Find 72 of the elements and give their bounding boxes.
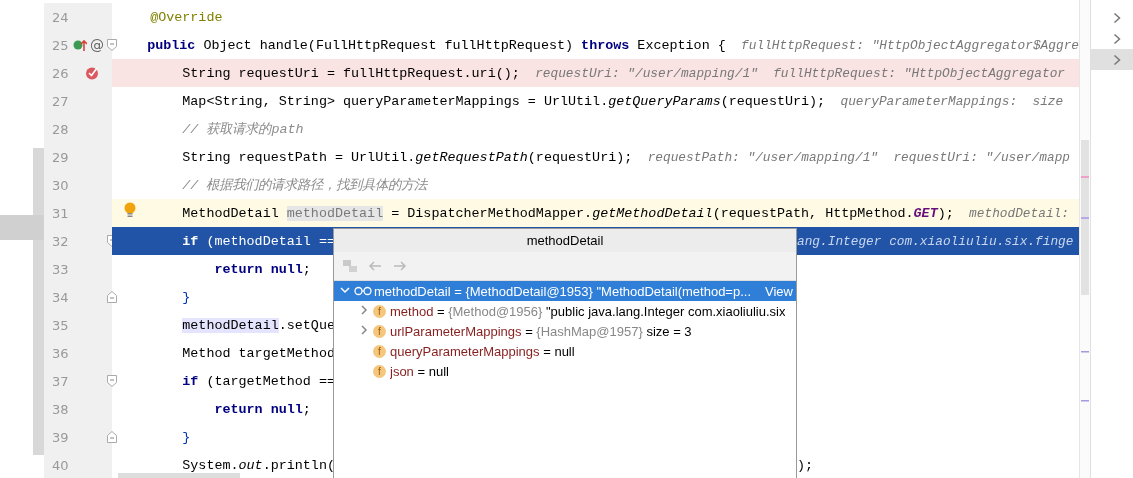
line-number: 26	[51, 65, 70, 81]
field-badge: f	[373, 344, 386, 358]
code-line: Method targetMethod	[182, 345, 335, 361]
code-line: Map<String, String> queryParameterMappings = UrlUtil.getQueryParams(requestUri);	[182, 93, 826, 109]
line-number: 33	[51, 261, 70, 277]
fold-marker-icon	[107, 375, 117, 387]
code-line: );	[797, 456, 814, 475]
line-number: 27	[51, 93, 70, 109]
tree-row[interactable]: f queryParameterMappings = null	[334, 341, 796, 361]
line-number: 25	[51, 37, 70, 53]
code-line: }	[182, 429, 191, 445]
line-number: 30	[51, 177, 70, 193]
code-line: public Object handle(FullHttpRequest fullHttpRequest) throws Exception {	[147, 37, 726, 53]
variable-text: methodDetail = {MethodDetail@1953} "MethodDetail(method=p...	[374, 283, 752, 299]
tree-row[interactable]: f method = {Method@1956} "public java.lang.Integer com.xiaoliuliu.six	[334, 301, 796, 321]
at-sign-icon: @	[90, 37, 104, 53]
code-line: MethodDetail methodDetail = DispatcherMethodMapper.getMethodDetail(requestPath, HttpMethod.GET);	[182, 205, 954, 221]
chevron-icon	[1113, 11, 1121, 24]
inline-value-hint: fullHttpRequest: "HttpObjectAggregator	[773, 65, 1065, 81]
breakpoint-icon	[85, 66, 99, 80]
line-number: 34	[51, 289, 70, 305]
code-line: System.out.println(	[182, 457, 335, 473]
line-number: 32	[51, 233, 70, 249]
line-number: 36	[51, 345, 70, 361]
tree-row[interactable]: f urlParameterMappings = {HashMap@1957} size = 3	[334, 321, 796, 341]
code-line: // 根据我们的请求路径，找到具体的方法	[182, 176, 428, 194]
chevron-icon	[1113, 53, 1121, 66]
variable-text: method = {Method@1956} "public java.lang.Integer com.xiaoliuliu.six	[390, 303, 786, 319]
line-number: 35	[51, 317, 70, 333]
view-link[interactable]: View	[762, 283, 796, 299]
fold-marker-icon	[107, 39, 117, 51]
tree-row[interactable]: f json = null	[334, 361, 796, 381]
arrow-up-icon	[73, 38, 87, 52]
field-badge: f	[373, 304, 386, 318]
field-badge: f	[373, 364, 386, 378]
code-line: return null;	[214, 401, 311, 417]
inline-value-hint: fullHttpRequest: "HttpObjectAggregator$Aggre	[741, 37, 1079, 53]
code-line: }	[182, 289, 191, 305]
scrollbar[interactable]	[1079, 0, 1090, 478]
code-line: return null;	[214, 261, 311, 277]
inline-value-hint: queryParameterMappings: size	[840, 93, 1064, 109]
fold-marker-icon	[107, 431, 117, 443]
line-number: 37	[51, 373, 70, 389]
variable-text: json = null	[390, 363, 449, 379]
line-number: 31	[51, 205, 70, 221]
chevron-icon	[1113, 32, 1121, 45]
code-line: ang.Integer com.xiaoliuliu.six.finge	[797, 232, 1074, 251]
line-number: 24	[51, 9, 70, 25]
variable-text: queryParameterMappings = null	[390, 343, 575, 359]
line-number: 29	[51, 149, 70, 165]
code-line: methodDetail.setQue	[182, 317, 335, 333]
code-line: String requestUri = fullHttpRequest.uri();	[182, 65, 520, 81]
code-line: // 获取请求的path	[182, 121, 304, 138]
glasses-icon	[354, 286, 372, 296]
tree-row[interactable]: methodDetail = {MethodDetail@1953} "MethodDetail(method=p... View	[334, 281, 796, 301]
inline-value-hint: requestUri: "/user/mapp	[893, 149, 1070, 165]
panel-row[interactable]	[1091, 49, 1133, 70]
scrollbar-thumb[interactable]	[118, 473, 240, 478]
line-number: 39	[51, 429, 70, 445]
popup-title: methodDetail	[334, 229, 796, 252]
line-number: 28	[51, 121, 70, 137]
code-line: String requestPath = UrlUtil.getRequestPath(requestUri);	[182, 149, 633, 165]
fold-marker-icon	[107, 291, 117, 303]
inline-value-hint: methodDetail:	[969, 205, 1069, 221]
field-badge: f	[373, 324, 386, 338]
inline-value-hint: requestPath: "/user/mapping/1"	[647, 149, 879, 165]
inline-value-hint: requestUri: "/user/mapping/1"	[535, 65, 758, 81]
code-line: @Override	[150, 9, 223, 25]
lightbulb-icon	[124, 202, 136, 218]
variable-text: urlParameterMappings = {HashMap@1957} size = 3	[390, 323, 692, 339]
line-number: 40	[51, 457, 70, 473]
line-number: 38	[51, 401, 70, 417]
